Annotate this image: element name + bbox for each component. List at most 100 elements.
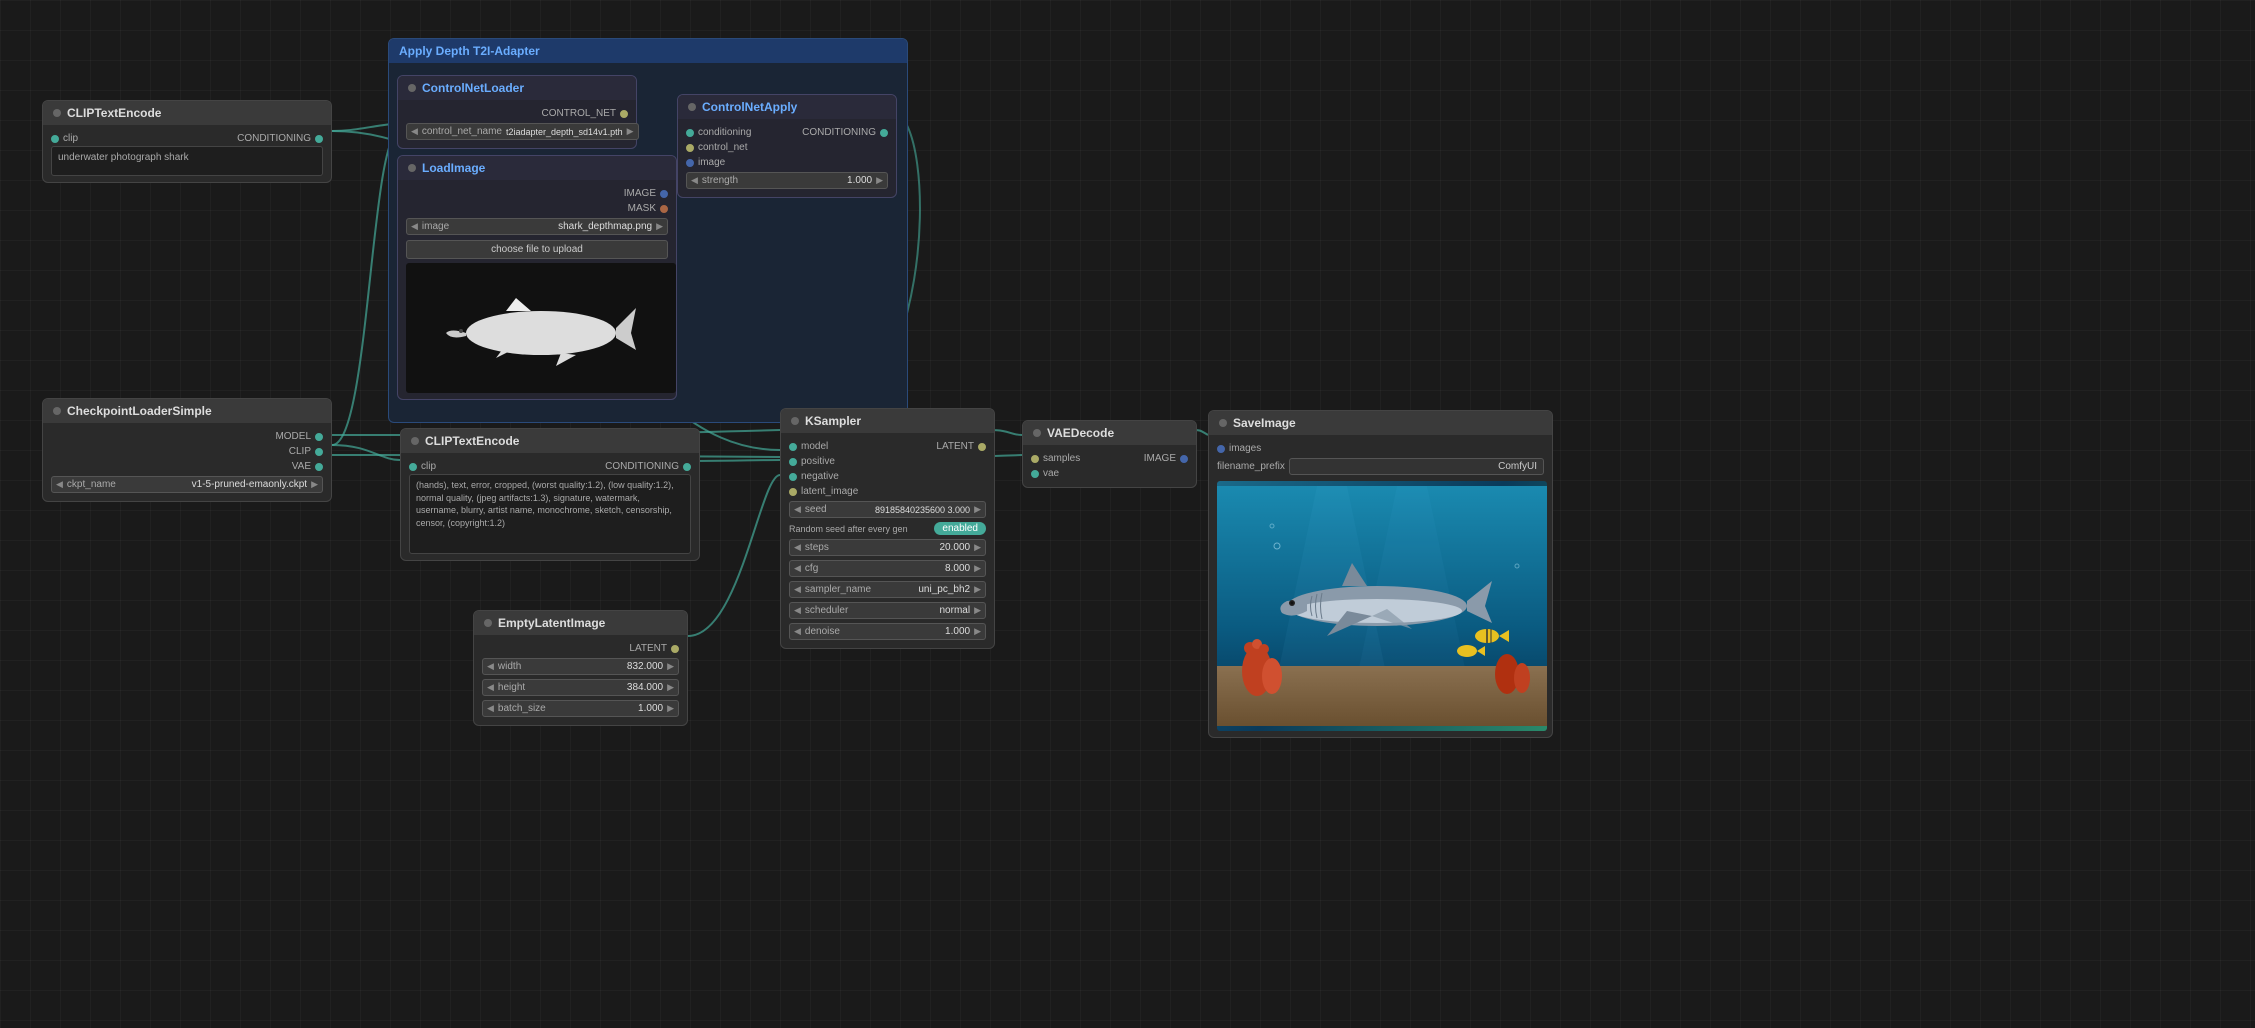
strength-widget[interactable]: ◀ strength 1.000 ▶ (686, 172, 888, 189)
steps-value: 20.000 (939, 542, 970, 553)
samples-input-label: samples (1043, 453, 1080, 464)
ckpt-name-value: v1-5-pruned-emaonly.ckpt (192, 479, 307, 490)
batch-left-arrow[interactable]: ◀ (487, 703, 494, 714)
seed-value: 89185840235600 3.000 (875, 505, 970, 515)
clip2-input-label: clip (421, 461, 436, 472)
clip-text-1-content[interactable]: underwater photograph shark (51, 146, 323, 176)
empty-latent-title: EmptyLatentImage (474, 611, 687, 635)
negative-input-label: negative (801, 471, 839, 482)
ckpt-name-widget[interactable]: ◀ ckpt_name v1-5-pruned-emaonly.ckpt ▶ (51, 476, 323, 493)
sampler-right-arrow[interactable]: ▶ (974, 584, 981, 595)
seed-right-arrow[interactable]: ▶ (974, 504, 981, 515)
node-title-label: KSampler (805, 414, 861, 428)
node-title-label: CLIPTextEncode (425, 434, 519, 448)
shark-depth-svg (431, 278, 651, 378)
node-dot (53, 109, 61, 117)
node-title-label: LoadImage (422, 161, 485, 175)
steps-widget[interactable]: ◀ steps 20.000 ▶ (789, 539, 986, 556)
control-net-output-label: CONTROL_NET (542, 108, 616, 119)
cfg-widget[interactable]: ◀ cfg 8.000 ▶ (789, 560, 986, 577)
conditioning-input-label: conditioning (698, 127, 751, 138)
batch-right-arrow[interactable]: ▶ (667, 703, 674, 714)
control-net-name-widget[interactable]: ◀ control_net_name t2iadapter_depth_sd14… (406, 123, 639, 140)
strength-label: strength (702, 175, 738, 186)
strength-right-arrow[interactable]: ▶ (876, 175, 883, 186)
controlnet-loader-title: ControlNetLoader (398, 76, 636, 100)
vae-output-port (315, 463, 323, 471)
latent-image-input-port (789, 488, 797, 496)
steps-right-arrow[interactable]: ▶ (974, 542, 981, 553)
width-left-arrow[interactable]: ◀ (487, 661, 494, 672)
controlnet-loader-node: ControlNetLoader CONTROL_NET ◀ control_n… (397, 75, 637, 149)
seed-widget[interactable]: ◀ seed 89185840235600 3.000 ▶ (789, 501, 986, 518)
height-widget[interactable]: ◀ height 384.000 ▶ (482, 679, 679, 696)
sampler-name-widget[interactable]: ◀ sampler_name uni_pc_bh2 ▶ (789, 581, 986, 598)
node-dot (1219, 419, 1227, 427)
ctrl-left-arrow[interactable]: ◀ (411, 126, 418, 137)
node-dot (688, 103, 696, 111)
strength-left-arrow[interactable]: ◀ (691, 175, 698, 186)
filename-prefix-label: filename_prefix (1217, 461, 1285, 472)
positive-input-label: positive (801, 456, 835, 467)
images-input-port (1217, 445, 1225, 453)
scheduler-label: scheduler (805, 605, 848, 616)
clip-output-label: CLIP (289, 446, 311, 457)
model-output-port (315, 433, 323, 441)
scheduler-right-arrow[interactable]: ▶ (974, 605, 981, 616)
denoise-left-arrow[interactable]: ◀ (794, 626, 801, 637)
width-right-arrow[interactable]: ▶ (667, 661, 674, 672)
vae-output-label: VAE (292, 461, 311, 472)
sampler-left-arrow[interactable]: ◀ (794, 584, 801, 595)
denoise-value: 1.000 (945, 626, 970, 637)
clip-text-encode-2-title: CLIPTextEncode (401, 429, 699, 453)
ckpt-name-label: ckpt_name (67, 479, 116, 490)
img-right-arrow[interactable]: ▶ (656, 221, 663, 232)
samples-input-port (1031, 455, 1039, 463)
height-left-arrow[interactable]: ◀ (487, 682, 494, 693)
height-right-arrow[interactable]: ▶ (667, 682, 674, 693)
checkpoint-loader-node: CheckpointLoaderSimple MODEL CLIP VAE (42, 398, 332, 502)
ksampler-latent-out-label: LATENT (936, 441, 974, 452)
cfg-left-arrow[interactable]: ◀ (794, 563, 801, 574)
apply-depth-title: Apply Depth T2I-Adapter (389, 39, 907, 63)
controlnet-apply-node: ControlNetApply conditioning CONDITIONIN… (677, 94, 897, 198)
denoise-right-arrow[interactable]: ▶ (974, 626, 981, 637)
ctrl-right-arrow[interactable]: ▶ (627, 126, 634, 137)
img-left-arrow[interactable]: ◀ (411, 221, 418, 232)
width-widget[interactable]: ◀ width 832.000 ▶ (482, 658, 679, 675)
upload-button[interactable]: choose file to upload (406, 240, 668, 259)
clip-text-encode-1-title: CLIPTextEncode (43, 101, 331, 125)
node-title-label: EmptyLatentImage (498, 616, 605, 630)
ckpt-right-arrow[interactable]: ▶ (311, 479, 318, 490)
batch-size-widget[interactable]: ◀ batch_size 1.000 ▶ (482, 700, 679, 717)
positive-input-port (789, 458, 797, 466)
scheduler-left-arrow[interactable]: ◀ (794, 605, 801, 616)
vae-input-label: vae (1043, 468, 1059, 479)
filename-prefix-input[interactable]: ComfyUI (1289, 458, 1544, 475)
negative-input-port (789, 473, 797, 481)
image-input-port (686, 159, 694, 167)
clip-text-encode-2-node: CLIPTextEncode clip CONDITIONING (hands)… (400, 428, 700, 561)
denoise-widget[interactable]: ◀ denoise 1.000 ▶ (789, 623, 986, 640)
image-name-widget[interactable]: ◀ image shark_depthmap.png ▶ (406, 218, 668, 235)
controlnet-apply-title: ControlNetApply (678, 95, 896, 119)
shark-depth-preview (406, 263, 676, 393)
clip-text-2-content[interactable]: (hands), text, error, cropped, (worst qu… (409, 474, 691, 554)
image-input-label: image (698, 157, 725, 168)
cfg-right-arrow[interactable]: ▶ (974, 563, 981, 574)
model-output-label: MODEL (275, 431, 311, 442)
save-image-node: SaveImage images filename_prefix ComfyUI (1208, 410, 1553, 738)
random-seed-toggle[interactable]: enabled (934, 522, 986, 535)
control-net-output-port (620, 110, 628, 118)
clip-text-encode-1-node: CLIPTextEncode clip CONDITIONING underwa… (42, 100, 332, 183)
node-title-label: ControlNetApply (702, 100, 797, 114)
latent-output-port (671, 645, 679, 653)
scheduler-widget[interactable]: ◀ scheduler normal ▶ (789, 602, 986, 619)
ksampler-latent-out-port (978, 443, 986, 451)
conditioning-output-port (315, 135, 323, 143)
seed-left-arrow[interactable]: ◀ (794, 504, 801, 515)
ckpt-left-arrow[interactable]: ◀ (56, 479, 63, 490)
node-dot (484, 619, 492, 627)
latent-image-input-label: latent_image (801, 486, 858, 497)
steps-left-arrow[interactable]: ◀ (794, 542, 801, 553)
